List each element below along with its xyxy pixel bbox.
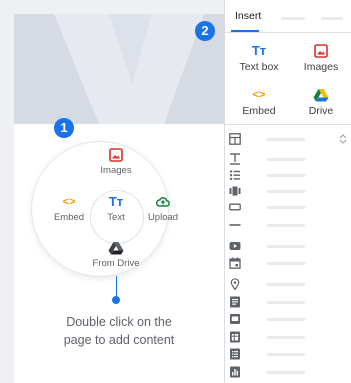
embed-icon: <> — [62, 196, 76, 208]
insert-embed-label: Embed — [242, 105, 276, 117]
row-label-placeholder — [267, 224, 305, 227]
upload-icon — [156, 197, 170, 207]
map-row[interactable] — [225, 278, 351, 290]
row-label-placeholder — [267, 206, 305, 209]
layouts-row[interactable] — [225, 133, 351, 145]
tab-insert-indicator — [231, 30, 259, 32]
button-icon — [229, 203, 241, 211]
image-icon — [109, 148, 123, 162]
divider-row[interactable] — [225, 219, 351, 231]
embed-icon: <> — [252, 89, 266, 101]
text-icon: Tт — [251, 43, 267, 58]
row-label-placeholder — [267, 318, 305, 321]
row-label-placeholder — [267, 190, 305, 193]
tab-insert[interactable]: Insert — [235, 10, 261, 22]
row-label-placeholder — [267, 158, 305, 161]
charts-row[interactable] — [225, 366, 351, 378]
forms-icon — [230, 348, 240, 360]
quick-insert-images-label: Images — [100, 165, 132, 176]
youtube-icon — [229, 242, 241, 250]
insert-embed-button[interactable]: <> Embed — [233, 88, 285, 117]
slides-row[interactable] — [225, 313, 351, 325]
calendar-row[interactable] — [225, 257, 351, 269]
quick-insert-drive-label: From Drive — [92, 258, 140, 269]
header-placeholder-graphic — [14, 14, 224, 124]
image-carousel-row[interactable] — [225, 185, 351, 197]
list-icon — [230, 170, 240, 180]
hint-connector — [116, 276, 117, 296]
add-content-hint: Double click on the page to add content — [14, 313, 224, 349]
tab-placeholder[interactable] — [321, 17, 343, 20]
row-label-placeholder — [267, 301, 305, 304]
hint-line-1: Double click on the — [66, 315, 172, 329]
quick-insert-text[interactable]: Tт Text — [92, 194, 140, 224]
tab-placeholder[interactable] — [281, 17, 305, 20]
slides-icon — [230, 314, 240, 324]
quick-insert-upload-label: Upload — [147, 212, 179, 223]
insert-images-button[interactable]: Images — [295, 44, 347, 73]
quick-insert-embed-label: Embed — [53, 212, 85, 223]
row-label-placeholder — [267, 353, 305, 356]
text-format-icon — [230, 153, 240, 165]
youtube-row[interactable] — [225, 240, 351, 252]
table-of-contents-row[interactable] — [225, 169, 351, 181]
insert-drive-button[interactable]: Drive — [295, 88, 347, 117]
row-label-placeholder — [267, 262, 305, 265]
row-label-placeholder — [267, 138, 305, 141]
hint-connector-dot — [112, 296, 120, 304]
quick-insert-drive[interactable]: From Drive — [86, 241, 146, 269]
row-label-placeholder — [267, 174, 305, 177]
insert-images-label: Images — [303, 61, 339, 73]
section-divider — [225, 124, 351, 125]
drive-icon — [313, 89, 329, 102]
quick-insert-images[interactable]: Images — [92, 148, 140, 176]
expand-collapse-icon — [339, 134, 347, 144]
panel-tabs: Insert — [225, 0, 351, 33]
map-pin-icon — [230, 278, 240, 290]
quick-insert-embed[interactable]: <> Embed — [46, 195, 92, 223]
charts-icon — [230, 366, 240, 378]
insert-drive-label: Drive — [308, 105, 334, 117]
image-icon — [314, 44, 328, 58]
docs-icon — [230, 296, 240, 308]
carousel-icon — [229, 186, 241, 196]
layouts-icon — [229, 133, 241, 145]
insert-textbox-label: Text box — [239, 61, 279, 73]
forms-row[interactable] — [225, 348, 351, 360]
collapsible-text-row[interactable] — [225, 153, 351, 165]
text-icon: Tт — [108, 194, 124, 209]
quick-insert-text-label: Text — [107, 212, 125, 223]
line-icon — [229, 224, 241, 226]
docs-row[interactable] — [225, 296, 351, 308]
calendar-icon — [229, 257, 241, 269]
page-canvas-area: 1 Images <> Embed Tт Text Upload From Dr… — [0, 0, 224, 383]
quick-insert-upload[interactable]: Upload — [140, 195, 186, 223]
step-badge-two: 2 — [195, 21, 215, 41]
header-image-placeholder[interactable] — [14, 14, 224, 124]
hint-line-2: page to add content — [63, 333, 175, 347]
row-label-placeholder — [267, 245, 305, 248]
drive-icon — [108, 242, 124, 255]
row-label-placeholder — [267, 336, 305, 339]
sheets-icon — [230, 331, 240, 343]
button-row[interactable] — [225, 201, 351, 213]
sheets-row[interactable] — [225, 331, 351, 343]
row-label-placeholder — [267, 371, 305, 374]
insert-textbox-button[interactable]: Tт Text box — [233, 43, 285, 74]
row-label-placeholder — [267, 283, 305, 286]
step-badge-one: 1 — [54, 118, 74, 138]
insert-panel: Insert 2 Tт Text box Images <> Embed Dri… — [195, 0, 351, 383]
